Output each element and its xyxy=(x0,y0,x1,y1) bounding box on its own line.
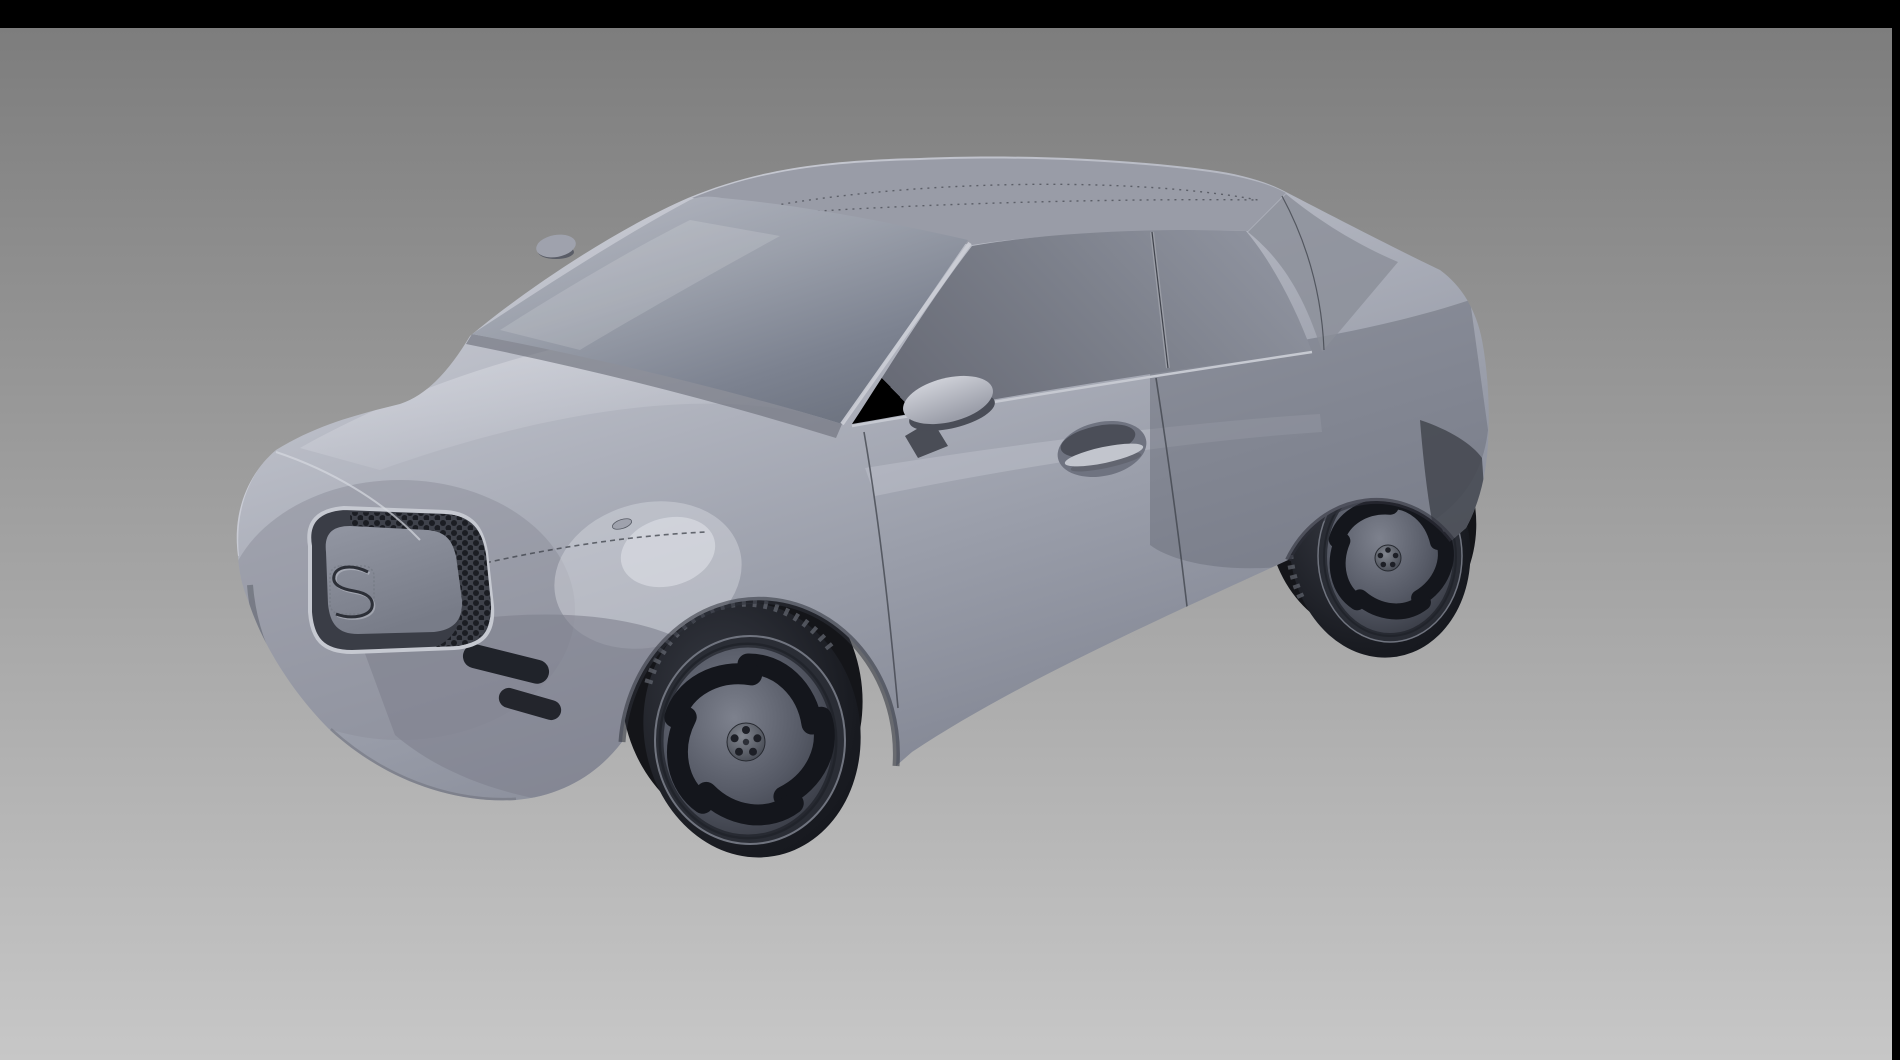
top-letterbox-bar xyxy=(0,0,1900,28)
right-letterbox-bar xyxy=(1892,0,1900,1060)
front-grille xyxy=(309,508,492,652)
app-window xyxy=(0,0,1900,1060)
cad-viewport[interactable] xyxy=(0,0,1900,1060)
